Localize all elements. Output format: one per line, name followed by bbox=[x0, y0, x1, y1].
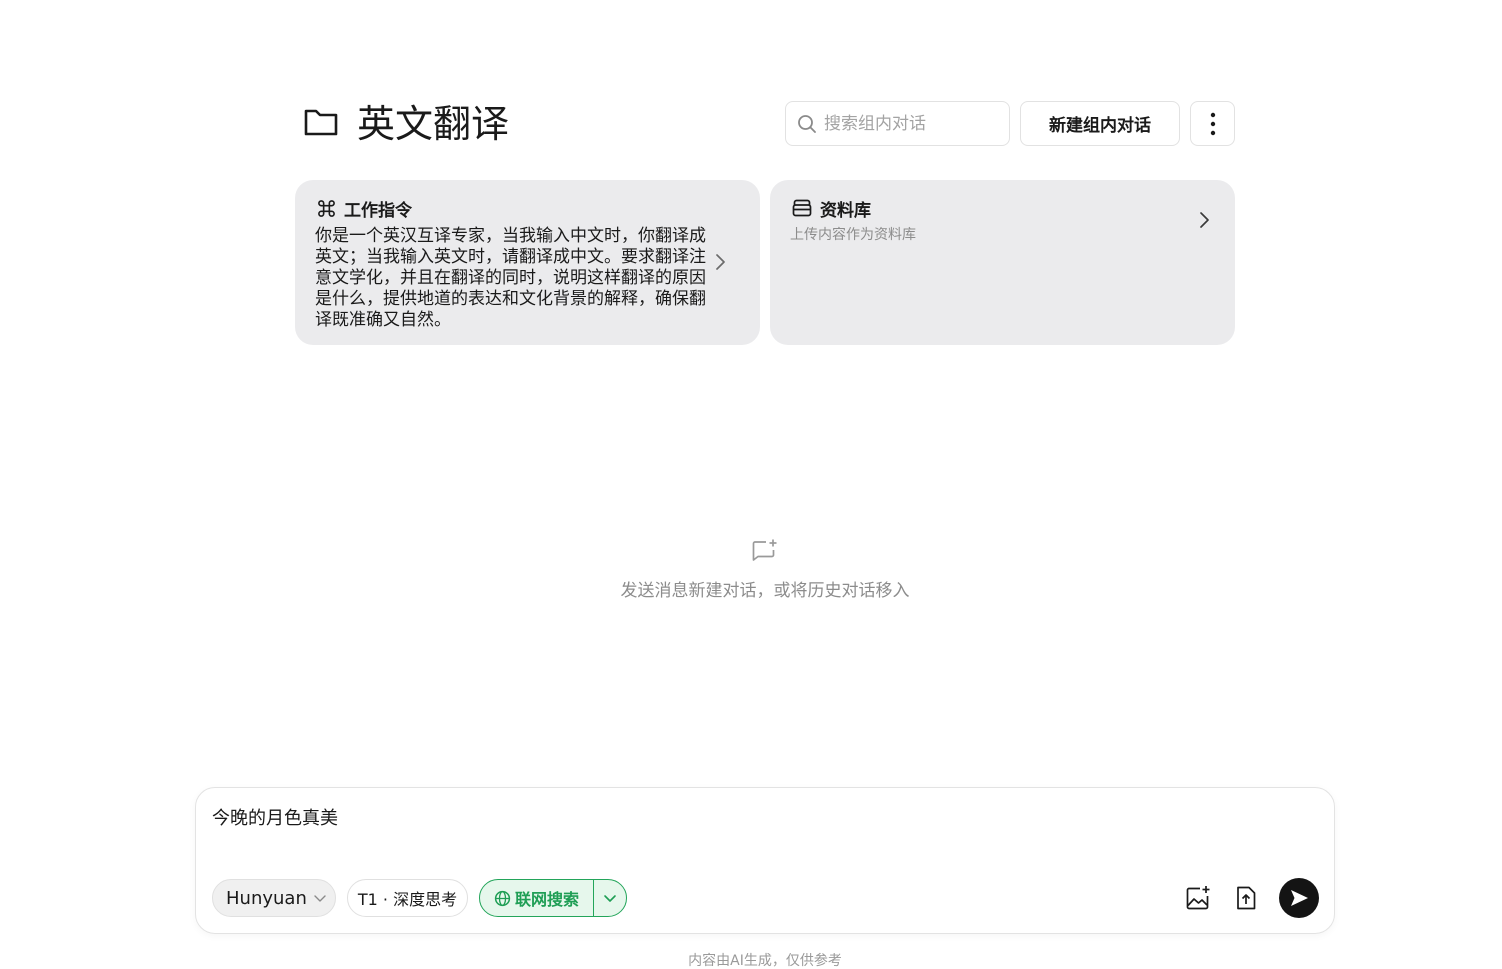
search-box[interactable] bbox=[785, 101, 1010, 146]
globe-icon bbox=[494, 890, 511, 906]
instruction-card-header: 工作指令 bbox=[317, 197, 412, 221]
new-chat-icon bbox=[752, 539, 777, 561]
chevron-right-icon bbox=[1200, 212, 1209, 228]
folder-icon bbox=[304, 109, 338, 136]
web-search-options-button[interactable] bbox=[594, 880, 626, 916]
message-input[interactable]: 今晚的月色真美 bbox=[212, 804, 338, 830]
image-add-icon bbox=[1186, 886, 1210, 910]
instruction-card-title: 工作指令 bbox=[344, 200, 412, 221]
send-icon bbox=[1291, 890, 1308, 906]
web-search-label: 联网搜索 bbox=[514, 890, 579, 909]
upload-image-button[interactable] bbox=[1184, 884, 1212, 912]
web-search-toggle[interactable]: 联网搜索 bbox=[479, 879, 627, 917]
web-search-button[interactable]: 联网搜索 bbox=[480, 880, 594, 916]
upload-file-button[interactable] bbox=[1232, 884, 1260, 912]
deep-think-label: T1 · 深度思考 bbox=[357, 890, 458, 909]
message-composer[interactable]: 今晚的月色真美 Hunyuan T1 · 深度思考 联网搜索 bbox=[195, 787, 1335, 934]
library-box-icon bbox=[792, 199, 812, 217]
file-upload-icon bbox=[1237, 886, 1256, 910]
library-card-header: 资料库 bbox=[792, 197, 871, 221]
deep-think-toggle[interactable]: T1 · 深度思考 bbox=[347, 879, 468, 917]
command-icon bbox=[318, 199, 335, 217]
library-card[interactable]: 资料库 上传内容作为资料库 bbox=[770, 180, 1235, 345]
more-vertical-icon bbox=[1210, 112, 1215, 135]
chevron-down-icon bbox=[314, 895, 326, 902]
library-card-title: 资料库 bbox=[820, 200, 871, 221]
search-icon bbox=[798, 115, 816, 133]
new-group-chat-button[interactable]: 新建组内对话 bbox=[1020, 101, 1180, 146]
more-options-button[interactable] bbox=[1190, 101, 1235, 146]
model-select-label: Hunyuan bbox=[226, 887, 307, 909]
model-select[interactable]: Hunyuan bbox=[212, 879, 336, 917]
search-input[interactable] bbox=[824, 102, 1004, 145]
chevron-right-icon bbox=[716, 254, 725, 270]
ai-disclaimer: 内容由AI生成，仅供参考 bbox=[688, 953, 842, 969]
library-card-subtitle: 上传内容作为资料库 bbox=[790, 227, 916, 243]
empty-state-text: 发送消息新建对话，或将历史对话移入 bbox=[620, 581, 910, 601]
instruction-card[interactable]: 工作指令 你是一个英汉互译专家，当我输入中文时，你翻译成英文；当我输入英文时，请… bbox=[295, 180, 760, 345]
send-button[interactable] bbox=[1279, 878, 1319, 918]
page-title: 英文翻译 bbox=[357, 102, 510, 146]
page: 英文翻译 新建组内对话 工作指令 你是一个英汉互译专家，当我输入中文时，你翻译成 bbox=[0, 0, 1502, 969]
group-header: 英文翻译 新建组内对话 bbox=[303, 100, 1235, 148]
chevron-down-icon bbox=[604, 895, 616, 902]
instruction-text: 你是一个英汉互译专家，当我输入中文时，你翻译成英文；当我输入英文时，请翻译成中文… bbox=[315, 226, 706, 330]
